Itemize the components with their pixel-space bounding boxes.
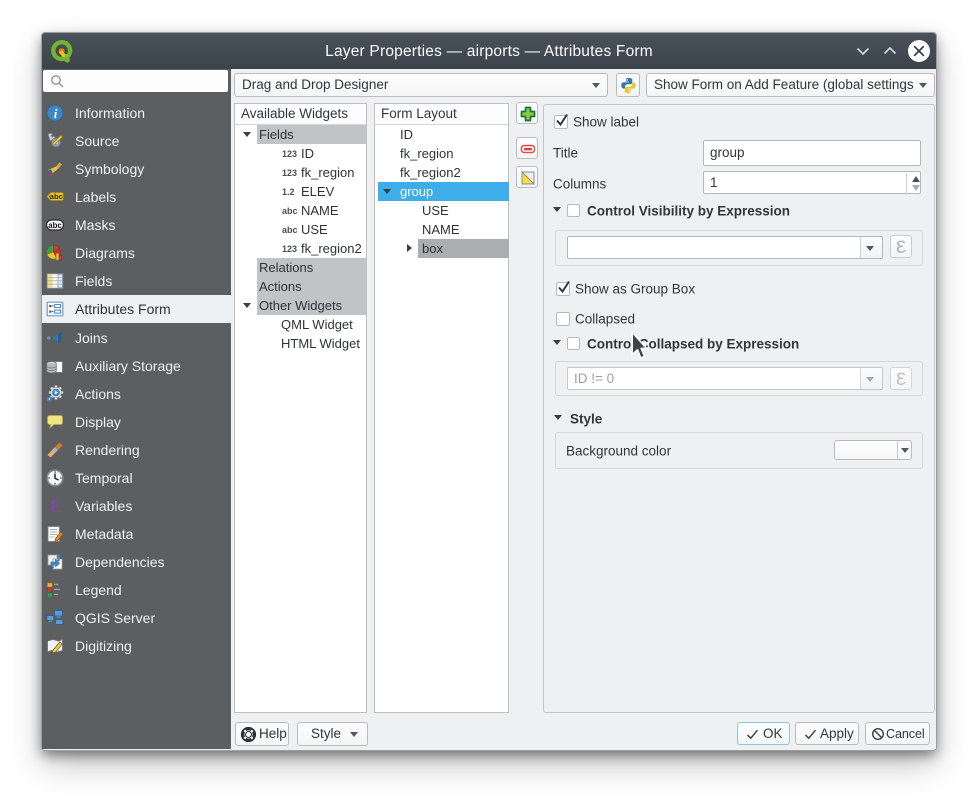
svg-text:ε: ε	[49, 497, 61, 515]
svg-text:abc: abc	[48, 221, 62, 230]
svg-text:abc: abc	[50, 192, 63, 201]
svg-text:i: i	[54, 106, 58, 121]
